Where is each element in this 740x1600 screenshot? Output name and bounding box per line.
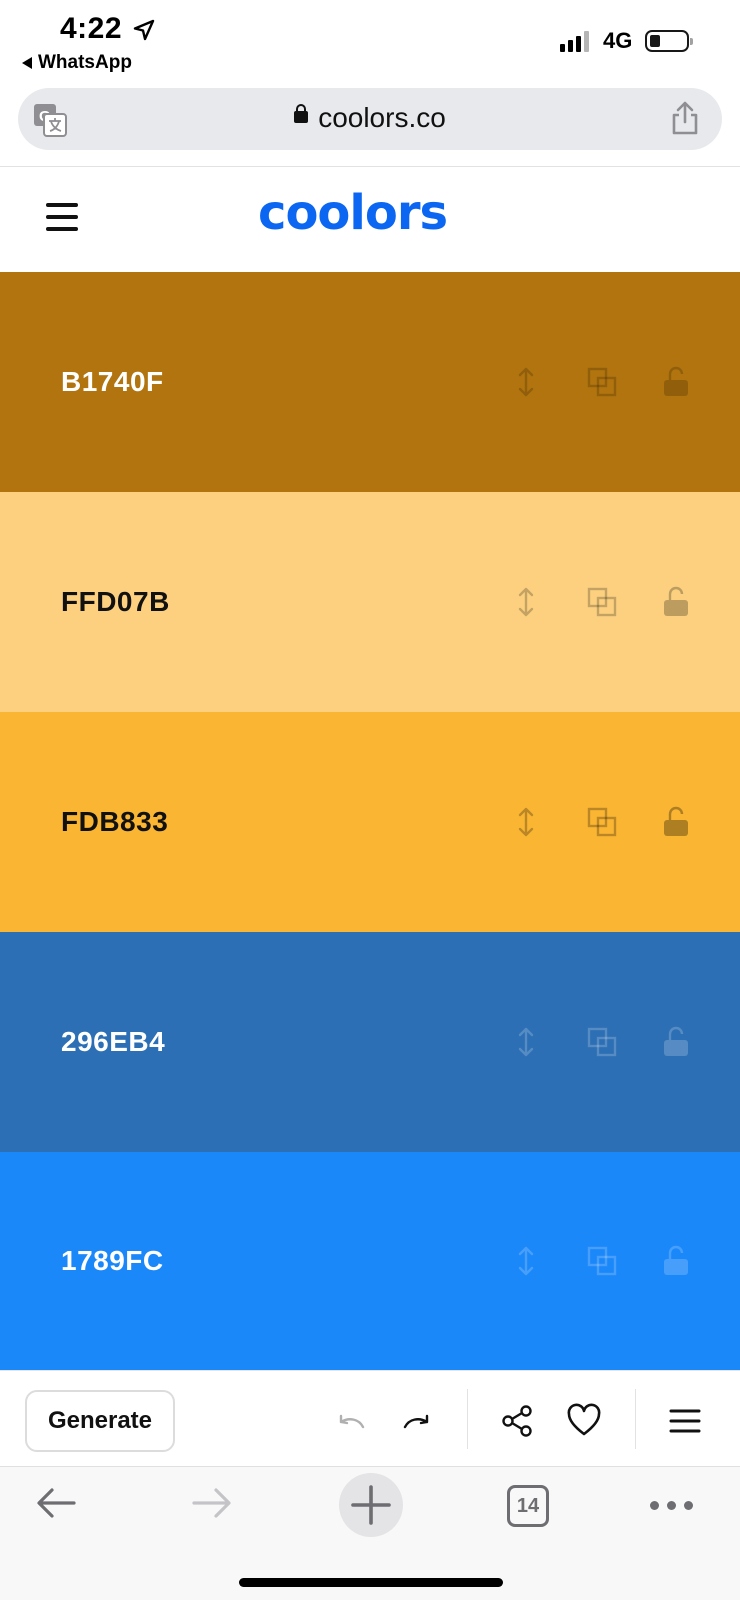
drag-arrows-icon[interactable] bbox=[510, 586, 542, 618]
swatch-hex-label[interactable]: 296EB4 bbox=[61, 1026, 165, 1058]
redo-icon[interactable] bbox=[399, 1403, 435, 1439]
menu-icon[interactable] bbox=[667, 1403, 703, 1439]
color-swatch[interactable]: 296EB4 bbox=[0, 932, 740, 1152]
tabs-icon[interactable]: 14 bbox=[507, 1485, 549, 1527]
location-arrow-icon bbox=[133, 19, 155, 41]
back-triangle-icon bbox=[22, 57, 32, 69]
network-type: 4G bbox=[603, 28, 633, 53]
signal-icon bbox=[560, 30, 589, 52]
copy-icon[interactable] bbox=[586, 806, 618, 838]
palette: B1740F FFD07B FDB833 296EB4 1789FC bbox=[0, 272, 740, 1370]
more-dots-icon[interactable] bbox=[650, 1501, 693, 1510]
copy-icon[interactable] bbox=[586, 586, 618, 618]
color-swatch[interactable]: FDB833 bbox=[0, 712, 740, 932]
unlock-icon[interactable] bbox=[660, 1245, 692, 1277]
swatch-hex-label[interactable]: 1789FC bbox=[61, 1245, 164, 1277]
battery-icon bbox=[645, 30, 693, 52]
drag-arrows-icon[interactable] bbox=[510, 1026, 542, 1058]
lock-icon bbox=[294, 103, 309, 123]
drag-arrows-icon[interactable] bbox=[510, 1245, 542, 1277]
color-swatch[interactable]: B1740F bbox=[0, 272, 740, 492]
heart-icon[interactable] bbox=[566, 1403, 602, 1439]
palette-toolbar: Generate bbox=[0, 1370, 740, 1466]
address-bar[interactable]: G coolors.co bbox=[18, 88, 722, 150]
coolors-logo[interactable]: coolors bbox=[258, 185, 448, 241]
new-tab-plus-icon[interactable] bbox=[339, 1473, 403, 1537]
back-to-app-link[interactable]: WhatsApp bbox=[22, 52, 132, 74]
swatch-hex-label[interactable]: B1740F bbox=[61, 366, 164, 398]
back-app-label: WhatsApp bbox=[38, 52, 132, 73]
app-header: coolors bbox=[0, 166, 740, 272]
url-display[interactable]: coolors.co bbox=[18, 102, 722, 134]
copy-icon[interactable] bbox=[586, 366, 618, 398]
status-time: 4:22 bbox=[60, 12, 123, 45]
generate-button[interactable]: Generate bbox=[25, 1390, 175, 1452]
unlock-icon[interactable] bbox=[660, 366, 692, 398]
copy-icon[interactable] bbox=[586, 1245, 618, 1277]
status-bar: 4:22 WhatsApp 4G bbox=[0, 0, 740, 84]
home-indicator[interactable] bbox=[239, 1578, 503, 1587]
url-text: coolors.co bbox=[318, 102, 446, 133]
drag-arrows-icon[interactable] bbox=[510, 366, 542, 398]
undo-icon[interactable] bbox=[333, 1403, 369, 1439]
unlock-icon[interactable] bbox=[660, 806, 692, 838]
color-swatch[interactable]: FFD07B bbox=[0, 492, 740, 712]
share-icon[interactable] bbox=[670, 100, 700, 136]
toolbar-divider bbox=[635, 1389, 636, 1449]
swatch-hex-label[interactable]: FDB833 bbox=[61, 806, 168, 838]
color-swatch[interactable]: 1789FC bbox=[0, 1152, 740, 1370]
copy-icon[interactable] bbox=[586, 1026, 618, 1058]
drag-arrows-icon[interactable] bbox=[510, 806, 542, 838]
unlock-icon[interactable] bbox=[660, 1026, 692, 1058]
swatch-hex-label[interactable]: FFD07B bbox=[61, 586, 170, 618]
hamburger-icon[interactable] bbox=[46, 203, 78, 231]
toolbar-divider bbox=[467, 1389, 468, 1449]
forward-arrow-icon[interactable] bbox=[190, 1481, 234, 1525]
share-nodes-icon[interactable] bbox=[500, 1403, 536, 1439]
unlock-icon[interactable] bbox=[660, 586, 692, 618]
back-arrow-icon[interactable] bbox=[34, 1481, 78, 1525]
